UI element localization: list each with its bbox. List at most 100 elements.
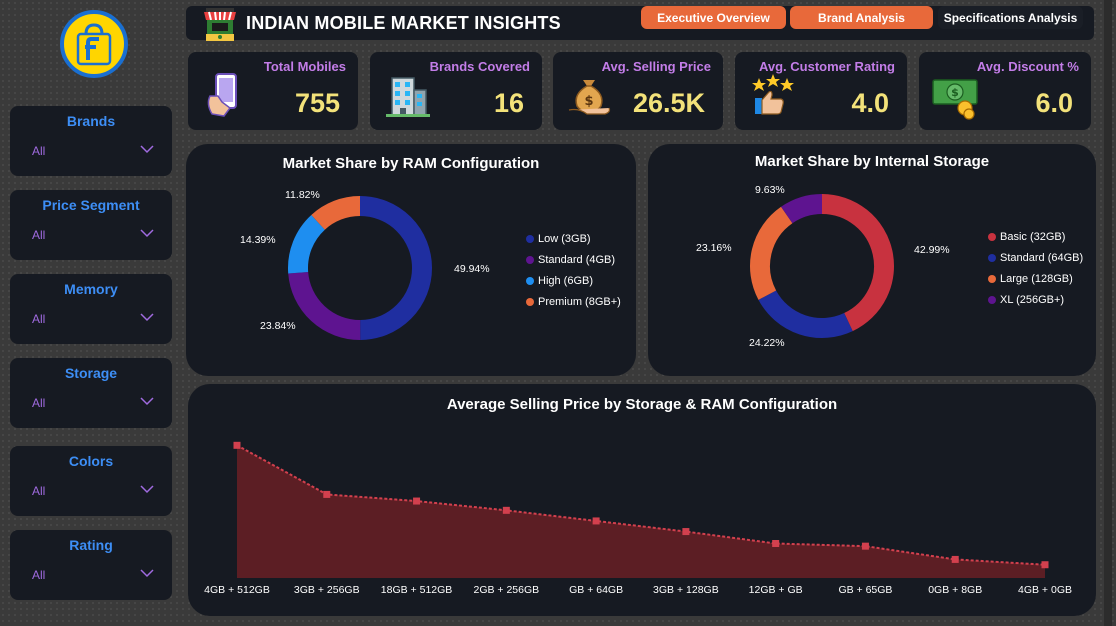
kpi-value: 6.0 [1035, 88, 1073, 118]
legend-item[interactable]: Standard (4GB) [526, 249, 621, 270]
filter-title: Memory [64, 281, 118, 297]
filter-brands[interactable]: Brands All [10, 106, 172, 176]
data-point[interactable] [1041, 561, 1049, 569]
x-tick-label: 12GB + GB [748, 584, 803, 596]
chevron-down-icon[interactable] [140, 312, 154, 322]
donut-slice-premium-8gb[interactable] [311, 196, 361, 230]
ram-slice-label: 11.82% [285, 189, 320, 201]
kpi-label: Total Mobiles [263, 59, 346, 74]
data-point[interactable] [951, 555, 959, 563]
donut-slice-large-128gb[interactable] [750, 206, 793, 300]
ram-slice-label: 23.84% [260, 320, 296, 332]
data-point[interactable] [861, 542, 869, 550]
legend-item[interactable]: Basic (32GB) [988, 226, 1083, 247]
filter-title: Storage [64, 365, 118, 381]
filter-value[interactable]: All [32, 312, 45, 326]
vertical-scrollbar[interactable] [1104, 0, 1112, 626]
shop-icon [204, 8, 236, 41]
data-point[interactable] [323, 490, 331, 498]
filter-storage[interactable]: Storage All [10, 358, 172, 428]
tab-brand-analysis[interactable]: Brand Analysis [790, 6, 933, 29]
price-area-chart [233, 441, 1049, 578]
kpi-value: 4.0 [851, 88, 889, 118]
page-title: INDIAN MOBILE MARKET INSIGHTS [246, 13, 561, 33]
filter-title: Price Segment [42, 197, 140, 213]
filter-memory[interactable]: Memory All [10, 274, 172, 344]
x-tick-label: 4GB + 0GB [1018, 584, 1072, 596]
donut-slice-high-6gb[interactable] [288, 214, 326, 274]
storage-slice-label: 9.63% [755, 184, 785, 196]
kpi-label: Avg. Customer Rating [758, 59, 895, 74]
legend-dot [988, 274, 996, 283]
data-point[interactable] [592, 517, 600, 525]
building-icon [386, 77, 430, 117]
x-tick-label: 3GB + 256GB [293, 584, 360, 596]
chevron-down-icon[interactable] [140, 484, 154, 494]
filter-title: Rating [69, 537, 113, 553]
storage-slice-label: 23.16% [696, 242, 732, 254]
x-tick-label: 3GB + 128GB [653, 584, 719, 596]
filter-value[interactable]: All [32, 484, 45, 498]
legend-item[interactable]: Premium (8GB+) [526, 291, 621, 312]
legend-label: Low (3GB) [538, 232, 591, 245]
chevron-down-icon[interactable] [140, 568, 154, 578]
filter-value[interactable]: All [32, 228, 45, 242]
x-tick-label: 2GB + 256GB [473, 584, 540, 596]
data-point[interactable] [233, 441, 241, 449]
storage-slice-label: 24.22% [749, 337, 785, 349]
flipkart-logo [60, 10, 128, 78]
legend-item[interactable]: High (6GB) [526, 270, 621, 291]
ram-chart-title: Market Share by RAM Configuration [282, 155, 540, 172]
legend-item[interactable]: Large (128GB) [988, 268, 1083, 289]
legend-dot [526, 297, 534, 306]
data-point[interactable] [413, 497, 421, 505]
storage-slice-label: 42.99% [914, 244, 950, 256]
storage-donut-chart [750, 194, 894, 338]
money-bag-icon: $ [568, 80, 611, 115]
data-point[interactable] [502, 506, 510, 514]
donut-slice-standard-64gb[interactable] [758, 290, 853, 338]
legend-label: XL (256GB+) [1000, 293, 1065, 306]
ram-donut-chart [288, 195, 433, 341]
donut-slice-standard-4gb[interactable] [288, 271, 361, 341]
legend-item[interactable]: XL (256GB+) [988, 289, 1083, 310]
kpi-value: 755 [294, 88, 340, 118]
kpi-avg-selling-price: $ Avg. Selling Price 26.5K [553, 52, 723, 130]
chevron-down-icon[interactable] [140, 144, 154, 154]
legend-label: Standard (4GB) [538, 253, 616, 266]
data-point[interactable] [682, 528, 690, 536]
tab-executive-overview[interactable]: Executive Overview [641, 6, 786, 29]
legend-label: Standard (64GB) [1000, 251, 1084, 264]
filter-value[interactable]: All [32, 568, 45, 582]
cash-coins-icon: $ [932, 79, 978, 120]
kpi-brands-covered: Brands Covered 16 [370, 52, 542, 130]
kpi-label: Brands Covered [429, 59, 530, 74]
kpi-value: 16 [493, 88, 524, 118]
ram-legend: Low (3GB) Standard (4GB) High (6GB) Premium… [526, 228, 621, 312]
donut-slice-low-3gb[interactable] [359, 195, 433, 340]
legend-label: Premium (8GB+) [538, 295, 621, 308]
tab-specifications-analysis[interactable]: Specifications Analysis [938, 6, 1083, 29]
chevron-down-icon[interactable] [140, 396, 154, 406]
x-tick-label: 18GB + 512GB [380, 584, 453, 596]
x-tick-label: 0GB + 8GB [928, 584, 983, 596]
filter-colors[interactable]: Colors All [10, 446, 172, 516]
legend-item[interactable]: Standard (64GB) [988, 247, 1083, 268]
filter-value[interactable]: All [32, 144, 45, 158]
filter-title: Brands [66, 113, 116, 129]
data-point[interactable] [772, 540, 780, 548]
legend-dot [526, 255, 534, 264]
x-tick-label: 4GB + 512GB [204, 584, 270, 596]
donut-slice-xl-256gb[interactable] [781, 194, 823, 224]
filter-value[interactable]: All [32, 396, 45, 410]
donut-slice-basic-32gb[interactable] [821, 194, 894, 332]
chevron-down-icon[interactable] [140, 228, 154, 238]
kpi-total-mobiles: Total Mobiles 755 [188, 52, 358, 130]
legend-dot [988, 253, 996, 262]
filter-price-segment[interactable]: Price Segment All [10, 190, 172, 260]
area-fill [237, 445, 1045, 578]
legend-item[interactable]: Low (3GB) [526, 228, 621, 249]
filter-rating[interactable]: Rating All [10, 530, 172, 600]
storage-chart-title: Market Share by Internal Storage [754, 153, 990, 170]
legend-label: Basic (32GB) [1000, 230, 1066, 243]
